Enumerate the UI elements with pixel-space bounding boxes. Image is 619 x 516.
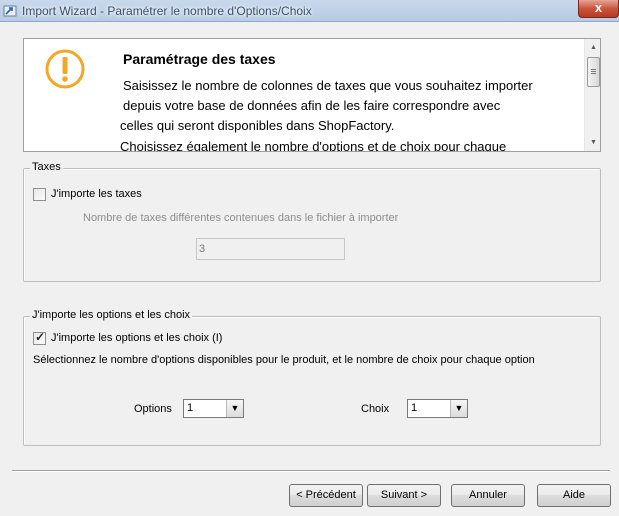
options-count-label: Options — [134, 403, 172, 415]
chevron-down-icon[interactable]: ▼ — [226, 400, 243, 417]
next-button[interactable]: Suivant > — [367, 484, 441, 507]
import-taxes-label[interactable]: J'importe les taxes — [51, 188, 142, 200]
choices-count-value: 1 — [411, 402, 418, 414]
chevron-down-icon[interactable]: ▼ — [450, 400, 467, 417]
checkmark-icon: ✓ — [35, 330, 46, 344]
close-button[interactable]: x — [578, 0, 619, 18]
previous-button[interactable]: < Précédent — [289, 484, 363, 507]
info-content: Paramétrage des taxes Saisissez le nombr… — [24, 39, 584, 151]
taxes-group — [23, 168, 601, 282]
choices-count-select[interactable]: 1 ▼ — [407, 399, 468, 418]
taxes-group-legend: Taxes — [30, 161, 63, 173]
import-options-checkbox[interactable]: ✓ — [33, 330, 46, 345]
options-count-value: 1 — [187, 402, 194, 414]
choices-count-label: Choix — [361, 403, 390, 415]
info-line-2: depuis votre base de données afin de les… — [123, 98, 501, 113]
footer-separator — [12, 470, 610, 472]
scroll-down-arrow-icon[interactable]: ▼ — [585, 134, 600, 151]
info-title: Paramétrage des taxes — [123, 51, 276, 67]
title-bar: Import Wizard - Paramétrer le nombre d'O… — [0, 0, 619, 22]
scroll-up-arrow-icon[interactable]: ▲ — [585, 39, 600, 56]
help-button[interactable]: Aide — [537, 484, 611, 507]
options-description: Sélectionnez le nombre d'options disponi… — [33, 354, 535, 366]
window-title: Import Wizard - Paramétrer le nombre d'O… — [22, 4, 312, 18]
import-options-label[interactable]: J'importe les options et les choix (I) — [51, 332, 222, 344]
options-group-legend: J'importe les options et les choix — [30, 309, 193, 321]
info-description: Saisissez le nombre de colonnes de taxes… — [120, 76, 584, 136]
wizard-app-icon — [3, 5, 17, 17]
cancel-button[interactable]: Annuler — [451, 484, 525, 507]
scrollbar-thumb[interactable] — [587, 57, 600, 87]
import-taxes-checkbox[interactable] — [33, 188, 46, 201]
options-count-select[interactable]: 1 ▼ — [183, 399, 244, 418]
wizard-window: Paramétrage des taxes Saisissez le nombr… — [0, 22, 619, 516]
info-line-3: celles qui seront disponibles dans ShopF… — [120, 118, 395, 133]
info-panel: Paramétrage des taxes Saisissez le nombr… — [23, 38, 601, 152]
warning-icon — [45, 49, 85, 89]
info-line-1: Saisissez le nombre de colonnes de taxes… — [123, 78, 533, 93]
taxes-count-field[interactable]: 3 — [196, 238, 345, 260]
info-line-4: Choisissez également le nombre d'options… — [120, 139, 507, 151]
taxes-count-label: Nombre de taxes différentes contenues da… — [83, 212, 399, 224]
info-scrollbar[interactable]: ▲ ▼ — [584, 39, 600, 151]
close-icon: x — [594, 0, 603, 15]
